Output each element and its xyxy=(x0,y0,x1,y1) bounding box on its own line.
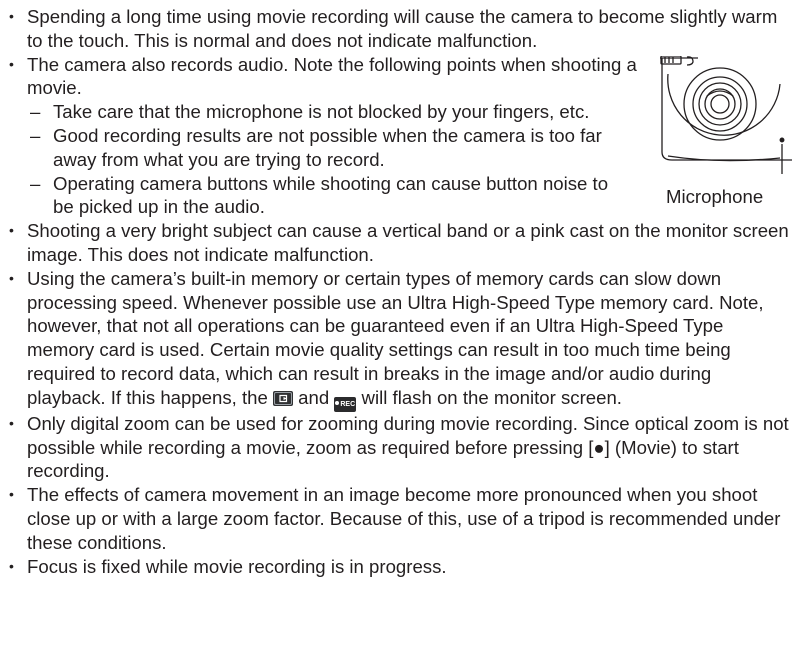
note-text: The effects of camera movement in an ima… xyxy=(27,484,786,553)
note-memory-speed: Using the camera’s built-in memory or ce… xyxy=(8,267,794,412)
note-bright-subject: Shooting a very bright subject can cause… xyxy=(8,219,794,267)
sub-point-text: Good recording results are not possible … xyxy=(53,124,602,170)
manual-page: Spending a long time using movie recordi… xyxy=(0,0,799,659)
note-text: The camera also records audio. Note the … xyxy=(27,53,642,99)
sub-point-button-noise: Operating camera buttons while shooting … xyxy=(27,172,623,220)
note-digital-zoom: Only digital zoom can be used for zoomin… xyxy=(8,412,794,483)
note-text: Spending a long time using movie recordi… xyxy=(27,6,783,51)
note-focus-fixed: Focus is fixed while movie recording is … xyxy=(8,555,794,579)
note-warm-camera: Spending a long time using movie recordi… xyxy=(8,5,794,53)
note-text-part2: and xyxy=(293,386,335,408)
movie-mode-icon xyxy=(273,390,294,406)
note-text-part3: will flash on the monitor screen. xyxy=(356,386,622,408)
rec-icon: REC xyxy=(334,396,357,412)
note-text: Shooting a very bright subject can cause… xyxy=(27,220,794,265)
note-text: Only digital zoom can be used for zoomin… xyxy=(27,412,794,482)
rec-dot-icon xyxy=(335,400,340,405)
camera-front-lens-illustration xyxy=(660,55,795,176)
sub-point-distance: Good recording results are not possible … xyxy=(27,124,623,172)
microphone-caption: Microphone xyxy=(666,186,764,207)
note-text: Focus is fixed while movie recording is … xyxy=(27,555,447,577)
note-camera-movement: The effects of camera movement in an ima… xyxy=(8,483,794,554)
sub-point-text: Take care that the microphone is not blo… xyxy=(53,101,590,123)
sub-point-text: Operating camera buttons while shooting … xyxy=(53,172,609,218)
sub-point-microphone-blocked: Take care that the microphone is not blo… xyxy=(27,100,623,124)
rec-icon-label: REC xyxy=(340,400,356,408)
